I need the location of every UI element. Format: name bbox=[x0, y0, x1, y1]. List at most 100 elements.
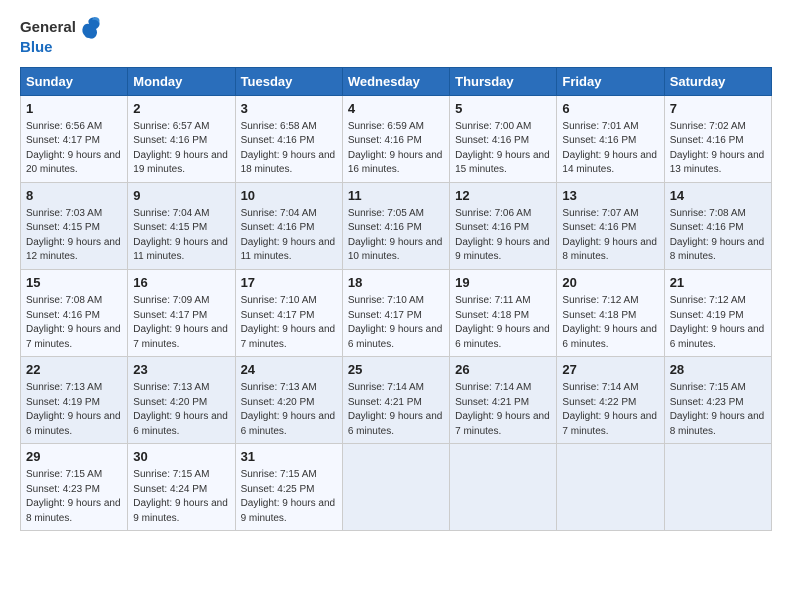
calendar-cell: 2 Sunrise: 6:57 AMSunset: 4:16 PMDaylight… bbox=[128, 95, 235, 182]
week-row-2: 8 Sunrise: 7:03 AMSunset: 4:15 PMDaylight… bbox=[21, 182, 772, 269]
day-info: Sunrise: 7:14 AMSunset: 4:21 PMDaylight:… bbox=[455, 382, 550, 437]
calendar-cell: 19 Sunrise: 7:11 AMSunset: 4:18 PMDayligh… bbox=[450, 269, 557, 356]
weekday-header-wednesday: Wednesday bbox=[342, 67, 449, 95]
day-number: 6 bbox=[562, 100, 658, 118]
day-number: 8 bbox=[26, 187, 122, 205]
day-info: Sunrise: 7:08 AMSunset: 4:16 PMDaylight:… bbox=[670, 208, 765, 263]
calendar-cell: 22Sunrise: 7:13 AMSunset: 4:19 PMDayligh… bbox=[21, 357, 128, 444]
calendar-cell: 13 Sunrise: 7:07 AMSunset: 4:16 PMDayligh… bbox=[557, 182, 664, 269]
logo: General Blue bbox=[20, 16, 101, 57]
weekday-header-tuesday: Tuesday bbox=[235, 67, 342, 95]
day-info: Sunrise: 7:04 AMSunset: 4:16 PMDaylight:… bbox=[241, 208, 336, 263]
day-info: Sunrise: 7:06 AMSunset: 4:16 PMDaylight:… bbox=[455, 208, 550, 263]
weekday-header-saturday: Saturday bbox=[664, 67, 771, 95]
day-number: 15 bbox=[26, 274, 122, 292]
day-info: Sunrise: 7:10 AMSunset: 4:17 PMDaylight:… bbox=[241, 295, 336, 350]
day-info: Sunrise: 7:12 AMSunset: 4:18 PMDaylight:… bbox=[562, 295, 657, 350]
weekday-header-thursday: Thursday bbox=[450, 67, 557, 95]
day-number: 3 bbox=[241, 100, 337, 118]
day-number: 13 bbox=[562, 187, 658, 205]
day-number: 17 bbox=[241, 274, 337, 292]
week-row-3: 15 Sunrise: 7:08 AMSunset: 4:16 PMDayligh… bbox=[21, 269, 772, 356]
day-number: 11 bbox=[348, 187, 444, 205]
calendar-cell: 9Sunrise: 7:04 AMSunset: 4:15 PMDaylight… bbox=[128, 182, 235, 269]
logo-blue-text: Blue bbox=[20, 40, 101, 57]
calendar-cell: 24 Sunrise: 7:13 AMSunset: 4:20 PMDayligh… bbox=[235, 357, 342, 444]
weekday-header-row: SundayMondayTuesdayWednesdayThursdayFrid… bbox=[21, 67, 772, 95]
calendar-cell: 18Sunrise: 7:10 AMSunset: 4:17 PMDayligh… bbox=[342, 269, 449, 356]
day-info: Sunrise: 7:15 AMSunset: 4:23 PMDaylight:… bbox=[26, 469, 121, 524]
day-info: Sunrise: 7:03 AMSunset: 4:15 PMDaylight:… bbox=[26, 208, 121, 263]
calendar-cell: 30 Sunrise: 7:15 AMSunset: 4:24 PMDayligh… bbox=[128, 444, 235, 531]
day-number: 5 bbox=[455, 100, 551, 118]
page-container: General Blue SundayMondayTuesdayWednesda… bbox=[0, 0, 792, 541]
calendar-cell bbox=[342, 444, 449, 531]
calendar-cell: 7 Sunrise: 7:02 AMSunset: 4:16 PMDaylight… bbox=[664, 95, 771, 182]
day-number: 20 bbox=[562, 274, 658, 292]
day-info: Sunrise: 7:07 AMSunset: 4:16 PMDaylight:… bbox=[562, 208, 657, 263]
calendar-cell bbox=[664, 444, 771, 531]
weekday-header-friday: Friday bbox=[557, 67, 664, 95]
day-number: 23 bbox=[133, 361, 229, 379]
day-number: 22 bbox=[26, 361, 122, 379]
day-info: Sunrise: 7:15 AMSunset: 4:24 PMDaylight:… bbox=[133, 469, 228, 524]
calendar-cell: 3 Sunrise: 6:58 AMSunset: 4:16 PMDaylight… bbox=[235, 95, 342, 182]
day-info: Sunrise: 7:00 AMSunset: 4:16 PMDaylight:… bbox=[455, 121, 550, 176]
calendar-cell: 14 Sunrise: 7:08 AMSunset: 4:16 PMDayligh… bbox=[664, 182, 771, 269]
day-info: Sunrise: 7:05 AMSunset: 4:16 PMDaylight:… bbox=[348, 208, 443, 263]
day-number: 26 bbox=[455, 361, 551, 379]
calendar-cell: 15 Sunrise: 7:08 AMSunset: 4:16 PMDayligh… bbox=[21, 269, 128, 356]
logo-content: General Blue bbox=[20, 16, 101, 57]
calendar-cell: 12Sunrise: 7:06 AMSunset: 4:16 PMDayligh… bbox=[450, 182, 557, 269]
day-number: 29 bbox=[26, 448, 122, 466]
calendar-cell: 27 Sunrise: 7:14 AMSunset: 4:22 PMDayligh… bbox=[557, 357, 664, 444]
day-info: Sunrise: 7:13 AMSunset: 4:20 PMDaylight:… bbox=[241, 382, 336, 437]
calendar-cell: 26 Sunrise: 7:14 AMSunset: 4:21 PMDayligh… bbox=[450, 357, 557, 444]
day-info: Sunrise: 6:58 AMSunset: 4:16 PMDaylight:… bbox=[241, 121, 336, 176]
day-number: 28 bbox=[670, 361, 766, 379]
day-number: 1 bbox=[26, 100, 122, 118]
day-number: 7 bbox=[670, 100, 766, 118]
calendar-cell: 16Sunrise: 7:09 AMSunset: 4:17 PMDayligh… bbox=[128, 269, 235, 356]
calendar-cell: 25 Sunrise: 7:14 AMSunset: 4:21 PMDayligh… bbox=[342, 357, 449, 444]
calendar-cell: 10 Sunrise: 7:04 AMSunset: 4:16 PMDayligh… bbox=[235, 182, 342, 269]
calendar-cell: 1 Sunrise: 6:56 AMSunset: 4:17 PMDaylight… bbox=[21, 95, 128, 182]
day-number: 31 bbox=[241, 448, 337, 466]
calendar-cell: 29 Sunrise: 7:15 AMSunset: 4:23 PMDayligh… bbox=[21, 444, 128, 531]
day-number: 14 bbox=[670, 187, 766, 205]
calendar-cell: 11 Sunrise: 7:05 AMSunset: 4:16 PMDayligh… bbox=[342, 182, 449, 269]
day-number: 2 bbox=[133, 100, 229, 118]
day-number: 25 bbox=[348, 361, 444, 379]
day-info: Sunrise: 6:57 AMSunset: 4:16 PMDaylight:… bbox=[133, 121, 228, 176]
calendar-cell: 31Sunrise: 7:15 AMSunset: 4:25 PMDayligh… bbox=[235, 444, 342, 531]
day-number: 10 bbox=[241, 187, 337, 205]
day-number: 19 bbox=[455, 274, 551, 292]
day-info: Sunrise: 7:11 AMSunset: 4:18 PMDaylight:… bbox=[455, 295, 550, 350]
weekday-header-monday: Monday bbox=[128, 67, 235, 95]
day-info: Sunrise: 7:13 AMSunset: 4:20 PMDaylight:… bbox=[133, 382, 228, 437]
day-info: Sunrise: 6:56 AMSunset: 4:17 PMDaylight:… bbox=[26, 121, 121, 176]
calendar-cell: 17 Sunrise: 7:10 AMSunset: 4:17 PMDayligh… bbox=[235, 269, 342, 356]
week-row-5: 29 Sunrise: 7:15 AMSunset: 4:23 PMDayligh… bbox=[21, 444, 772, 531]
day-number: 24 bbox=[241, 361, 337, 379]
calendar-cell bbox=[450, 444, 557, 531]
day-number: 27 bbox=[562, 361, 658, 379]
day-info: Sunrise: 7:02 AMSunset: 4:16 PMDaylight:… bbox=[670, 121, 765, 176]
day-info: Sunrise: 7:08 AMSunset: 4:16 PMDaylight:… bbox=[26, 295, 121, 350]
day-info: Sunrise: 7:01 AMSunset: 4:16 PMDaylight:… bbox=[562, 121, 657, 176]
day-number: 4 bbox=[348, 100, 444, 118]
day-info: Sunrise: 7:10 AMSunset: 4:17 PMDaylight:… bbox=[348, 295, 443, 350]
day-info: Sunrise: 7:14 AMSunset: 4:21 PMDaylight:… bbox=[348, 382, 443, 437]
logo-general: General bbox=[20, 19, 76, 36]
day-info: Sunrise: 7:14 AMSunset: 4:22 PMDaylight:… bbox=[562, 382, 657, 437]
day-info: Sunrise: 6:59 AMSunset: 4:16 PMDaylight:… bbox=[348, 121, 443, 176]
calendar-cell: 21Sunrise: 7:12 AMSunset: 4:19 PMDayligh… bbox=[664, 269, 771, 356]
calendar-cell: 23 Sunrise: 7:13 AMSunset: 4:20 PMDayligh… bbox=[128, 357, 235, 444]
calendar-cell: 28Sunrise: 7:15 AMSunset: 4:23 PMDayligh… bbox=[664, 357, 771, 444]
calendar-cell: 4 Sunrise: 6:59 AMSunset: 4:16 PMDaylight… bbox=[342, 95, 449, 182]
calendar-cell: 8 Sunrise: 7:03 AMSunset: 4:15 PMDaylight… bbox=[21, 182, 128, 269]
day-number: 16 bbox=[133, 274, 229, 292]
day-info: Sunrise: 7:04 AMSunset: 4:15 PMDaylight:… bbox=[133, 208, 228, 263]
day-number: 30 bbox=[133, 448, 229, 466]
calendar-cell: 6 Sunrise: 7:01 AMSunset: 4:16 PMDaylight… bbox=[557, 95, 664, 182]
